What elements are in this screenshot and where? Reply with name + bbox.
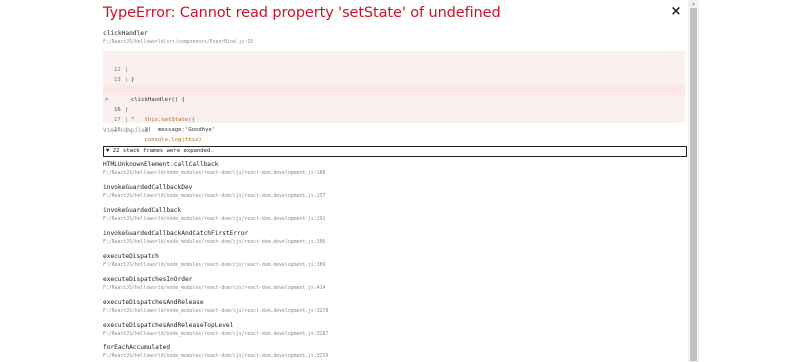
error-caret-marker: ^ [131, 117, 135, 123]
stack-frame-path[interactable]: F:/ReactJS/helloworld/node_modules/react… [103, 263, 325, 268]
code-line: 13 | [103, 65, 128, 83]
error-title: TypeError: Cannot read property 'setStat… [103, 5, 501, 21]
gutter-separator: | [125, 77, 129, 83]
stack-frame-path[interactable]: F:/ReactJS/helloworld/node_modules/react… [103, 309, 328, 314]
stack-frame-function: executeDispatchesInOrder [103, 276, 193, 283]
close-button[interactable]: × [669, 5, 683, 19]
stack-frame-path[interactable]: F:/ReactJS/helloworld/node_modules/react… [103, 286, 325, 291]
page-background [699, 0, 800, 362]
stack-frame-function: invokeGuardedCallbackDev [103, 184, 193, 191]
gutter-separator: | [125, 117, 129, 123]
code-line: 16 | ^ message:'Goodbye' [103, 95, 215, 133]
scrollbar-thumb[interactable] [690, 8, 697, 361]
code-text: console.log(this) [131, 137, 202, 143]
code-line-highlighted: > 15 | this.setState({ [103, 85, 685, 123]
source-file-path[interactable]: F:/ReactJS/helloworld/src/components/Eve… [103, 40, 253, 45]
stack-frame-function: executeDispatch [103, 253, 159, 260]
stack-frame-function: invokeGuardedCallback [103, 207, 182, 214]
stack-frame-path[interactable]: F:/ReactJS/helloworld/node_modules/react… [103, 217, 325, 222]
code-text: } [131, 77, 135, 83]
stack-frame-function: invokeGuardedCallbackAndCatchFirstError [103, 230, 249, 237]
source-function-name: clickHandler [103, 30, 148, 37]
code-text: clickHandler() { [131, 97, 185, 103]
code-frame: 12| } 13| 14| clickHandler() { > 15| thi… [103, 51, 685, 143]
error-overlay: TypeError: Cannot read property 'setStat… [0, 0, 688, 362]
code-text: this.setState({ [131, 117, 195, 123]
stack-frame-function: forEachAccumulated [103, 344, 171, 351]
stack-frame-function: executeDispatchesAndReleaseTopLevel [103, 322, 234, 329]
code-line: 18 | console.log(this) [103, 115, 202, 143]
code-line: 12 | } [103, 55, 134, 83]
stack-frame-path[interactable]: F:/ReactJS/helloworld/node_modules/react… [103, 171, 325, 176]
view-compiled-link[interactable]: View compiled [103, 128, 148, 134]
code-line: 14| clickHandler() { [103, 75, 185, 103]
stack-frame-function: HTMLUnknownElement.callCallback [103, 161, 219, 168]
scroll-up-arrow-icon[interactable]: ▲ [690, 1, 697, 7]
stack-frame-path[interactable]: F:/ReactJS/helloworld/node_modules/react… [103, 332, 328, 337]
stack-frame-function: executeDispatchesAndRelease [103, 299, 204, 306]
stack-frames-toggle[interactable]: ▼ 22 stack frames were expanded. [103, 146, 687, 157]
gutter-separator: | [125, 107, 129, 113]
code-line: 17 | }) [103, 105, 151, 133]
gutter-separator: | [125, 67, 129, 73]
stack-frame-path[interactable]: F:/ReactJS/helloworld/node_modules/react… [103, 240, 325, 245]
stack-frame-path[interactable]: F:/ReactJS/helloworld/node_modules/react… [103, 354, 328, 359]
stack-frame-path[interactable]: F:/ReactJS/helloworld/node_modules/react… [103, 194, 325, 199]
